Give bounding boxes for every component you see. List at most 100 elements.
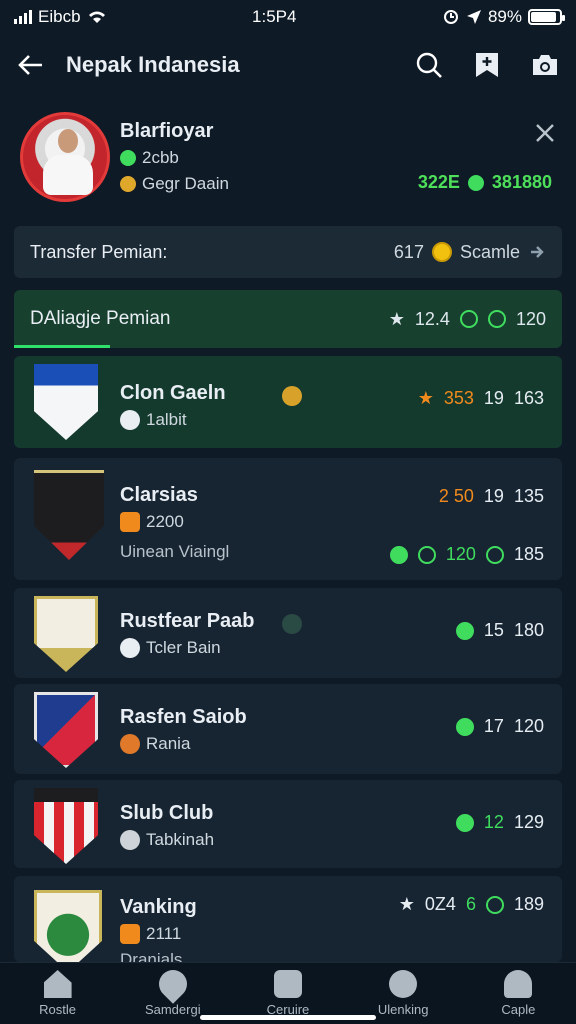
club-stat-b: 129: [513, 812, 544, 832]
club-name: Slub Club: [120, 802, 214, 824]
club-crest-icon: [34, 890, 102, 962]
player-level: 2cbb: [142, 148, 179, 167]
ball-icon: [417, 545, 436, 564]
club-crest-icon: [34, 788, 98, 864]
coin-green-icon: [467, 174, 484, 191]
club-row[interactable]: Clon Gaeln 1albit ★ 353 19 163: [14, 356, 562, 448]
player-profile: Blarfioyar 2cbb Gegr Daain 322E 381880: [14, 106, 562, 214]
club-sub-text: 1albit: [146, 410, 187, 429]
stat-b: 381880: [491, 172, 552, 192]
club-row[interactable]: Rustfear Paab Tcler Bain 15 180: [14, 588, 562, 678]
club-stats: 17 120: [455, 716, 544, 737]
search-button[interactable]: [414, 50, 444, 80]
flame-icon: [120, 512, 140, 532]
key-icon: [389, 970, 418, 998]
club-rating: 0Z4: [424, 894, 456, 914]
club-extra: Dranials: [120, 950, 183, 962]
club-name: Vanking: [120, 896, 197, 918]
club-row[interactable]: Clarsias 2200 Uinean Viaingl 2 50 19 135…: [14, 458, 562, 580]
location-arrow-icon: [466, 10, 481, 24]
club-stat-a: 19: [483, 486, 504, 506]
stat-a: 322E: [417, 172, 460, 192]
club-row[interactable]: Slub Club Tabkinah 12 129: [14, 780, 562, 868]
club-stats-secondary: 120 185: [389, 544, 544, 565]
alarm-icon: [443, 10, 458, 24]
club-stat-a: 6: [465, 894, 476, 914]
bookmark-add-icon: [476, 53, 498, 77]
club-stat-b: 189: [513, 894, 544, 914]
ball-icon: [455, 621, 474, 640]
carrier-label: Eibcb: [38, 7, 81, 26]
club-sub-text: Tcler Bain: [146, 638, 221, 657]
nav-item-ranking[interactable]: Ulenking: [353, 970, 453, 1017]
club-stat-b: 163: [513, 388, 544, 408]
club-stat-a: 17: [483, 716, 504, 736]
club-list-header[interactable]: DAliagje Pemian ★ 12.4 120: [14, 290, 562, 348]
player-club: Gegr Daain: [142, 174, 229, 193]
club-crest-icon: [34, 596, 98, 672]
club-name: Clarsias: [120, 484, 198, 506]
club-stats: 15 180: [455, 620, 544, 641]
inbox-icon: [273, 970, 302, 998]
club-stats: 12 129: [455, 812, 544, 833]
club-icon: [120, 176, 136, 192]
home-indicator: [200, 1015, 376, 1020]
battery-icon: [528, 9, 565, 25]
nav-item-profile[interactable]: Caple: [468, 970, 568, 1017]
trophy-icon: [282, 614, 302, 634]
ball-icon: [120, 638, 140, 658]
club-stat-a: 19: [483, 388, 504, 408]
club-sub: 2200: [120, 512, 184, 532]
nav-item-location[interactable]: Samdergi: [123, 964, 223, 1017]
star-icon: ★: [417, 388, 434, 408]
camera-button[interactable]: [530, 50, 560, 80]
club-sub: Tcler Bain: [120, 638, 221, 658]
star-icon: ★: [398, 894, 415, 914]
camera-icon: [533, 55, 557, 75]
club-stats: ★ 353 19 163: [418, 388, 544, 409]
club-row[interactable]: Rasfen Saiob Rania 17 120: [14, 684, 562, 774]
flame-icon: [120, 924, 140, 944]
club-sub-text: 2200: [146, 512, 184, 531]
transfer-currency: Scamle: [459, 241, 520, 262]
club-stat-b: 180: [513, 620, 544, 640]
search-icon: [416, 52, 442, 78]
club-stat-c: 120: [445, 544, 476, 564]
club-stats: ★ 0Z4 6 189: [399, 894, 544, 915]
clock: 1:5P4: [252, 7, 297, 26]
pin-icon: [389, 545, 408, 564]
club-extra: Uinean Viaingl: [120, 542, 230, 561]
club-crest-icon: [34, 692, 98, 768]
club-stat-a: 15: [483, 620, 504, 640]
close-button[interactable]: [534, 120, 556, 151]
ball-icon: [120, 830, 140, 850]
club-sub: 1albit: [120, 410, 187, 430]
transfer-count: 617: [393, 241, 424, 262]
nav-item-home[interactable]: Rostle: [8, 970, 108, 1017]
club-sub: 2111: [120, 924, 181, 944]
tab-underline: [14, 345, 110, 348]
transfer-label: Transfer Pemian:: [30, 241, 168, 262]
club-row[interactable]: Vanking 2111 Dranials ★ 0Z4 6 189: [14, 876, 562, 962]
club-rating: 2 50: [438, 486, 474, 506]
close-icon: [536, 124, 554, 142]
arrow-left-icon: [18, 55, 42, 75]
bookmark-add-button[interactable]: [472, 50, 502, 80]
page-title: Nepak Indanesia: [66, 52, 240, 77]
level-icon: [120, 150, 136, 166]
player-stats: 322E 381880: [418, 172, 552, 193]
ball-icon: [455, 717, 474, 736]
transfer-bar[interactable]: Transfer Pemian: 617 Scamle: [14, 226, 562, 278]
list-header-rating: 12.4: [414, 308, 450, 329]
club-sub-text: Tabkinah: [146, 830, 215, 849]
nav-label: Rostle: [39, 1002, 77, 1017]
coin-icon: [431, 242, 452, 262]
player-avatar: [20, 112, 110, 202]
nav-item-inbox[interactable]: Ceruire: [238, 970, 338, 1017]
location-icon: [152, 964, 193, 1004]
back-button[interactable]: [16, 50, 46, 80]
club-sub: Tabkinah: [120, 830, 214, 850]
status-bar: Eibcb 1:5P4 89%: [0, 0, 576, 34]
trophy-icon: [487, 310, 506, 328]
wifi-icon: [88, 11, 105, 23]
